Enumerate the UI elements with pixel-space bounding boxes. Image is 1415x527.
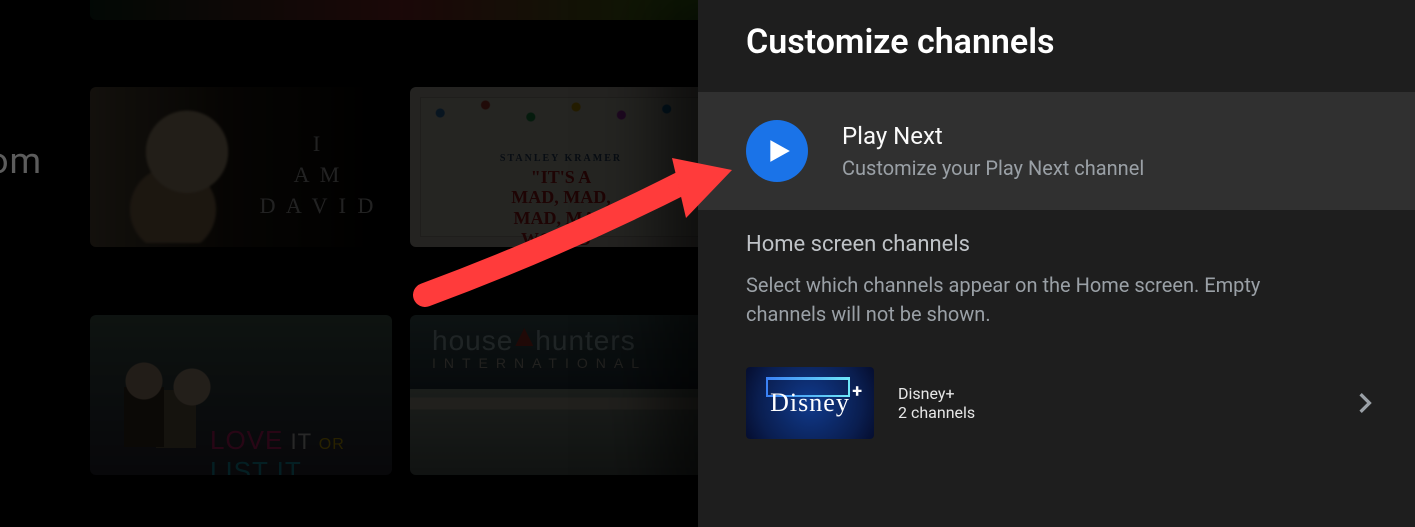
poster-text: WORLD" (410, 229, 712, 247)
section-description: Select which channels appear on the Home… (746, 271, 1367, 329)
content-tile: LOVE IT OR LIST IT (90, 315, 392, 475)
chevron-right-icon (1345, 392, 1385, 414)
play-next-title: Play Next (842, 122, 1367, 150)
section-title: Home screen channels (746, 232, 1367, 257)
poster-text: LIST IT (210, 456, 302, 475)
poster-text: A M (258, 160, 378, 191)
home-channels-section: Home screen channels Select which channe… (698, 210, 1415, 337)
customize-channels-panel: Customize channels Play Next Customize y… (698, 0, 1415, 527)
poster-text: I (258, 129, 378, 160)
poster-text: hunters (535, 325, 635, 356)
poster-text: D A V I D (258, 191, 378, 222)
roof-icon (515, 328, 533, 346)
poster-text: MAD, MAD (410, 208, 712, 229)
poster-text: OR (319, 436, 345, 453)
poster-text: MAD, MAD, (410, 187, 712, 208)
app-thumb-text: Disney (770, 388, 850, 418)
content-tile: STANLEY KRAMER "IT'S A MAD, MAD, MAD, MA… (410, 87, 712, 247)
content-tile (90, 0, 712, 20)
content-tile: I A M D A V I D (90, 87, 392, 247)
app-thumbnail: Disney + (746, 367, 874, 439)
channel-count: 2 channels (898, 403, 1345, 422)
poster-text: IT (283, 429, 318, 454)
poster-text: STANLEY KRAMER (410, 153, 712, 165)
poster-text: house (432, 325, 513, 356)
channel-app-name: Disney+ (898, 384, 1345, 403)
content-tile: house hunters INTERNATIONAL (410, 315, 712, 475)
panel-title: Customize channels (698, 0, 1415, 92)
plus-icon: + (852, 381, 862, 402)
play-next-subtitle: Customize your Play Next channel (842, 156, 1367, 180)
channel-row[interactable]: Disney + Disney+ 2 channels (698, 337, 1415, 439)
poster-text: LOVE (210, 425, 283, 455)
row-label-fragment: om (0, 140, 42, 182)
poster-text: "IT'S A (410, 167, 712, 188)
play-icon (746, 120, 808, 182)
play-next-row[interactable]: Play Next Customize your Play Next chann… (698, 92, 1415, 210)
poster-text: INTERNATIONAL (432, 355, 647, 371)
